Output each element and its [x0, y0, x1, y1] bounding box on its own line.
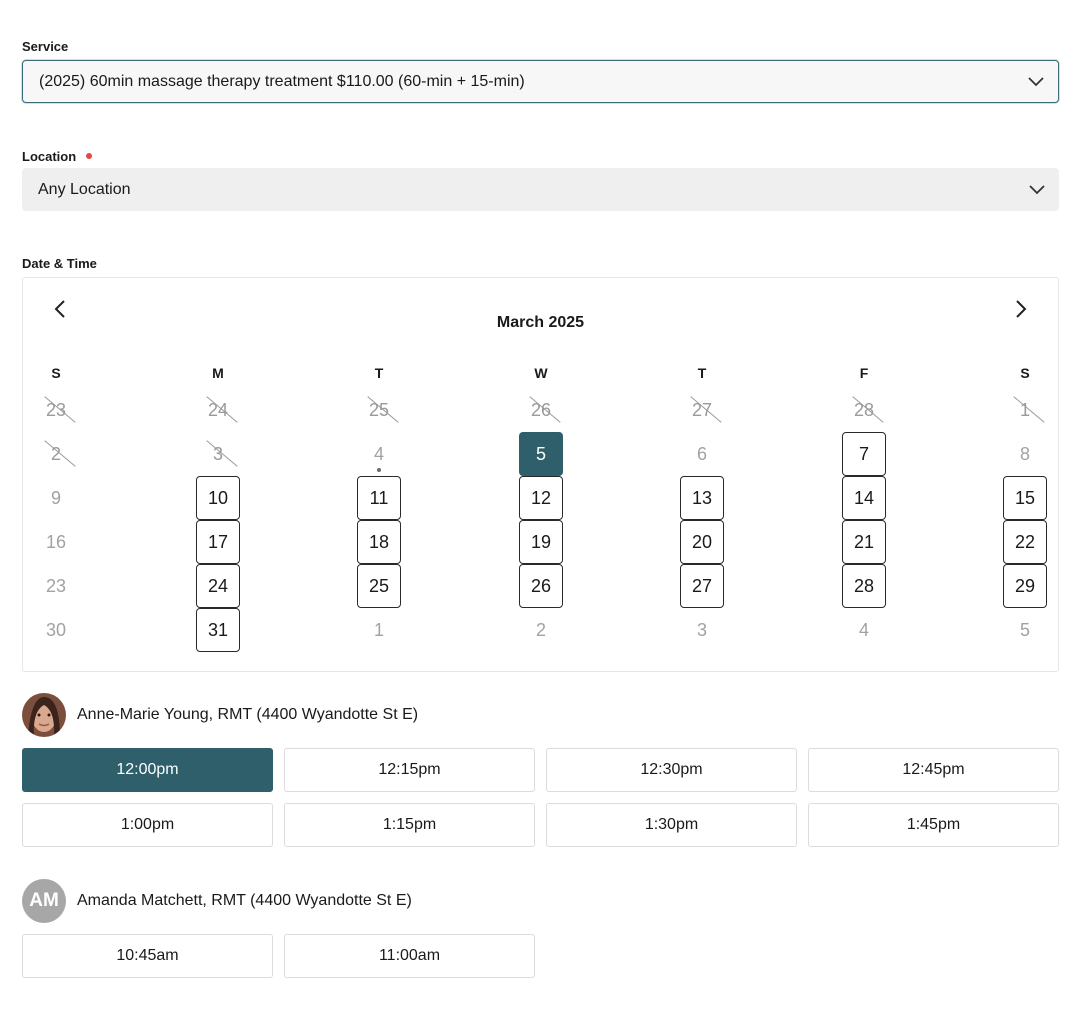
weekday-label: M: [212, 365, 224, 381]
calendar-day-disabled: 6: [696, 443, 707, 464]
calendar-day-disabled: 4: [858, 619, 869, 640]
provider-name: Anne-Marie Young, RMT (4400 Wyandotte St…: [77, 706, 419, 723]
time-slot-button[interactable]: 10:45am: [22, 934, 273, 978]
time-slot-button[interactable]: 11:00am: [284, 934, 535, 978]
calendar-week-row: 16 17 18 19 20 21 22: [34, 520, 1047, 564]
avatar-initials: AM: [29, 890, 59, 911]
calendar-week-row: 23 24 25 26 27 28 29: [34, 564, 1047, 608]
month-title: March 2025: [496, 314, 585, 331]
calendar-day-available[interactable]: 20: [680, 520, 724, 564]
weekday-label: S: [51, 365, 61, 381]
calendar-day-disabled: 2: [535, 619, 546, 640]
calendar-day-available[interactable]: 28: [842, 564, 886, 608]
calendar-day-available[interactable]: 24: [196, 564, 240, 608]
calendar-day-available[interactable]: 15: [1003, 476, 1047, 520]
calendar-day-unavailable: 25: [357, 388, 401, 432]
calendar-day-disabled: 8: [1019, 443, 1030, 464]
time-slot-button[interactable]: 1:15pm: [284, 803, 535, 847]
location-label: Location: [22, 149, 93, 164]
calendar-day-available[interactable]: 19: [519, 520, 563, 564]
calendar-day-selected[interactable]: 5: [519, 432, 563, 476]
calendar-day-available[interactable]: 21: [842, 520, 886, 564]
calendar-day-available[interactable]: 18: [357, 520, 401, 564]
calendar-day-available[interactable]: 31: [196, 608, 240, 652]
calendar-day-available[interactable]: 12: [519, 476, 563, 520]
calendar-grid: S M T W T F S 23 24 25 26 27 28 1 2 3 4 5 6 7 8 9 10 11 12 13 14 15…: [34, 358, 1047, 652]
calendar-day-disabled: 3: [696, 619, 707, 640]
time-slot-selected-button[interactable]: 12:00pm: [22, 748, 273, 792]
calendar-day-unavailable: 1: [1003, 388, 1047, 432]
time-slot-button[interactable]: 1:00pm: [22, 803, 273, 847]
provider-name: Amanda Matchett, RMT (4400 Wyandotte St …: [77, 892, 412, 909]
calendar-day-disabled: 16: [45, 531, 67, 552]
weekday-label: T: [374, 365, 384, 381]
calendar-day-available[interactable]: 7: [842, 432, 886, 476]
calendar-week-row: 2 3 4 5 6 7 8: [34, 432, 1047, 476]
weekday-label: W: [534, 365, 548, 381]
calendar-day-available[interactable]: 11: [357, 476, 401, 520]
calendar-day-unavailable: 28: [842, 388, 886, 432]
time-slot-button[interactable]: 12:15pm: [284, 748, 535, 792]
time-slot-button[interactable]: 1:45pm: [808, 803, 1059, 847]
calendar: March 2025 S M T W T F S 23 24 25 26 27 28 1 2 3 4 5 6 7 8 9 1…: [22, 277, 1059, 672]
calendar-day-unavailable: 3: [196, 432, 240, 476]
calendar-week-row: 9 10 11 12 13 14 15: [34, 476, 1047, 520]
avatar: AM: [22, 879, 66, 923]
calendar-day-available[interactable]: 29: [1003, 564, 1047, 608]
calendar-day-disabled: 30: [45, 619, 67, 640]
calendar-day-available[interactable]: 27: [680, 564, 724, 608]
calendar-day-available[interactable]: 26: [519, 564, 563, 608]
time-slot-button[interactable]: 12:30pm: [546, 748, 797, 792]
avatar-photo: [22, 693, 66, 737]
calendar-day-disabled: 1: [373, 619, 384, 640]
time-slot-button[interactable]: 12:45pm: [808, 748, 1059, 792]
calendar-day-disabled: 5: [1019, 619, 1030, 640]
calendar-day-available[interactable]: 13: [680, 476, 724, 520]
weekday-label: S: [1020, 365, 1030, 381]
weekday-header-row: SMTWTFS: [34, 358, 1047, 388]
calendar-day-available[interactable]: 25: [357, 564, 401, 608]
calendar-week-row: 30 31 1 2 3 4 5: [34, 608, 1047, 652]
chevron-down-icon: [1028, 76, 1044, 86]
provider-header: Anne-Marie Young, RMT (4400 Wyandotte St…: [22, 693, 418, 737]
calendar-day-available[interactable]: 14: [842, 476, 886, 520]
calendar-week-row: 23 24 25 26 27 28 1: [34, 388, 1047, 432]
chevron-down-icon: [1029, 184, 1045, 194]
required-indicator-icon: [86, 153, 93, 159]
service-select[interactable]: (2025) 60min massage therapy treatment $…: [22, 60, 1059, 103]
calendar-day-unavailable: 27: [680, 388, 724, 432]
avatar: [22, 693, 66, 737]
calendar-day-available[interactable]: 10: [196, 476, 240, 520]
location-select-value: Any Location: [38, 180, 131, 198]
calendar-day-unavailable: 23: [34, 388, 78, 432]
provider-header: AM Amanda Matchett, RMT (4400 Wyandotte S…: [22, 879, 412, 923]
datetime-label: Date & Time: [22, 256, 97, 271]
service-select-value: (2025) 60min massage therapy treatment $…: [39, 72, 525, 90]
time-slot-button[interactable]: 1:30pm: [546, 803, 797, 847]
today-dot-icon: [377, 468, 381, 472]
location-select[interactable]: Any Location: [22, 168, 1059, 211]
calendar-day-unavailable: 24: [196, 388, 240, 432]
calendar-day-unavailable: 26: [519, 388, 563, 432]
calendar-day-today: 4: [357, 432, 401, 476]
calendar-day-disabled: 23: [45, 575, 67, 596]
weekday-label: F: [859, 365, 869, 381]
calendar-day-disabled: 9: [50, 487, 61, 508]
service-label: Service: [22, 39, 69, 54]
calendar-day-unavailable: 2: [34, 432, 78, 476]
calendar-day-available[interactable]: 22: [1003, 520, 1047, 564]
weekday-label: T: [697, 365, 707, 381]
calendar-day-available[interactable]: 17: [196, 520, 240, 564]
